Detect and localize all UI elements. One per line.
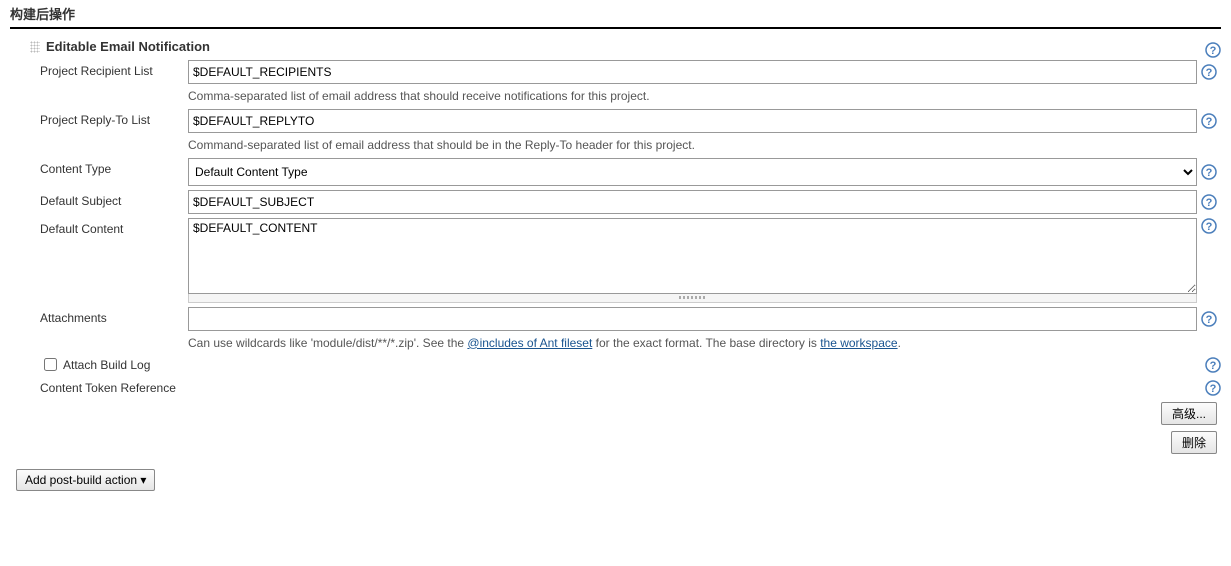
svg-text:?: ?: [1206, 116, 1213, 128]
svg-text:?: ?: [1206, 67, 1213, 79]
svg-text:?: ?: [1206, 221, 1213, 233]
token-reference-label: Content Token Reference: [40, 381, 176, 395]
svg-text:?: ?: [1210, 360, 1217, 372]
email-notification-block: Editable Email Notification ? Project Re…: [30, 39, 1221, 454]
recipient-list-row: Project Recipient List ? Comma-separated…: [30, 60, 1221, 105]
help-icon[interactable]: ?: [1201, 164, 1217, 180]
help-icon[interactable]: ?: [1205, 380, 1221, 396]
section-title: 构建后操作: [10, 7, 75, 22]
attachments-input[interactable]: [188, 307, 1197, 331]
replyto-list-label: Project Reply-To List: [40, 109, 188, 127]
drag-handle-icon[interactable]: [30, 41, 40, 53]
advanced-button[interactable]: 高级...: [1161, 402, 1217, 425]
help-icon[interactable]: ?: [1205, 357, 1221, 373]
svg-text:?: ?: [1206, 314, 1213, 326]
svg-text:?: ?: [1206, 197, 1213, 209]
add-post-build-action-button[interactable]: Add post-build action ▾: [16, 469, 155, 491]
attach-build-log-row: Attach Build Log ?: [30, 355, 1221, 374]
default-content-textarea[interactable]: [188, 218, 1197, 294]
attachments-row: Attachments ? Can use wildcards like 'mo…: [30, 307, 1221, 352]
help-icon[interactable]: ?: [1201, 218, 1217, 234]
advanced-button-row: 高级...: [30, 402, 1221, 425]
replyto-list-description: Command-separated list of email address …: [188, 137, 1217, 154]
workspace-link[interactable]: the workspace: [820, 336, 897, 350]
token-reference-row: Content Token Reference ?: [30, 380, 1221, 396]
section-header: 构建后操作: [10, 0, 1221, 29]
block-title-row: Editable Email Notification: [30, 39, 1201, 54]
default-content-row: Default Content ?: [30, 218, 1221, 303]
help-icon[interactable]: ?: [1201, 194, 1217, 210]
attachments-description: Can use wildcards like 'module/dist/**/*…: [188, 335, 1217, 352]
replyto-list-input[interactable]: [188, 109, 1197, 133]
recipient-list-input[interactable]: [188, 60, 1197, 84]
ant-fileset-link[interactable]: @includes of Ant fileset: [467, 336, 592, 350]
add-action-row: Add post-build action ▾: [16, 469, 1221, 491]
default-subject-label: Default Subject: [40, 190, 188, 208]
attach-build-log-label: Attach Build Log: [63, 358, 150, 372]
svg-text:?: ?: [1206, 167, 1213, 179]
default-subject-row: Default Subject ?: [30, 190, 1221, 214]
content-type-select[interactable]: Default Content Type: [188, 158, 1197, 186]
default-content-label: Default Content: [40, 218, 188, 236]
attach-build-log-checkbox[interactable]: [44, 358, 57, 371]
attachments-label: Attachments: [40, 307, 188, 325]
replyto-list-row: Project Reply-To List ? Command-separate…: [30, 109, 1221, 154]
content-type-row: Content Type Default Content Type ?: [30, 158, 1221, 186]
recipient-list-description: Comma-separated list of email address th…: [188, 88, 1217, 105]
textarea-resize-grip[interactable]: [188, 294, 1197, 303]
content-type-label: Content Type: [40, 158, 188, 176]
block-title: Editable Email Notification: [46, 39, 210, 54]
recipient-list-label: Project Recipient List: [40, 60, 188, 78]
help-icon[interactable]: ?: [1201, 64, 1217, 80]
delete-button-row: 删除: [30, 431, 1221, 454]
help-icon[interactable]: ?: [1201, 113, 1217, 129]
help-icon[interactable]: ?: [1205, 42, 1221, 58]
help-icon[interactable]: ?: [1201, 311, 1217, 327]
svg-text:?: ?: [1210, 383, 1217, 395]
default-subject-input[interactable]: [188, 190, 1197, 214]
svg-text:?: ?: [1210, 45, 1217, 57]
delete-button[interactable]: 删除: [1171, 431, 1217, 454]
